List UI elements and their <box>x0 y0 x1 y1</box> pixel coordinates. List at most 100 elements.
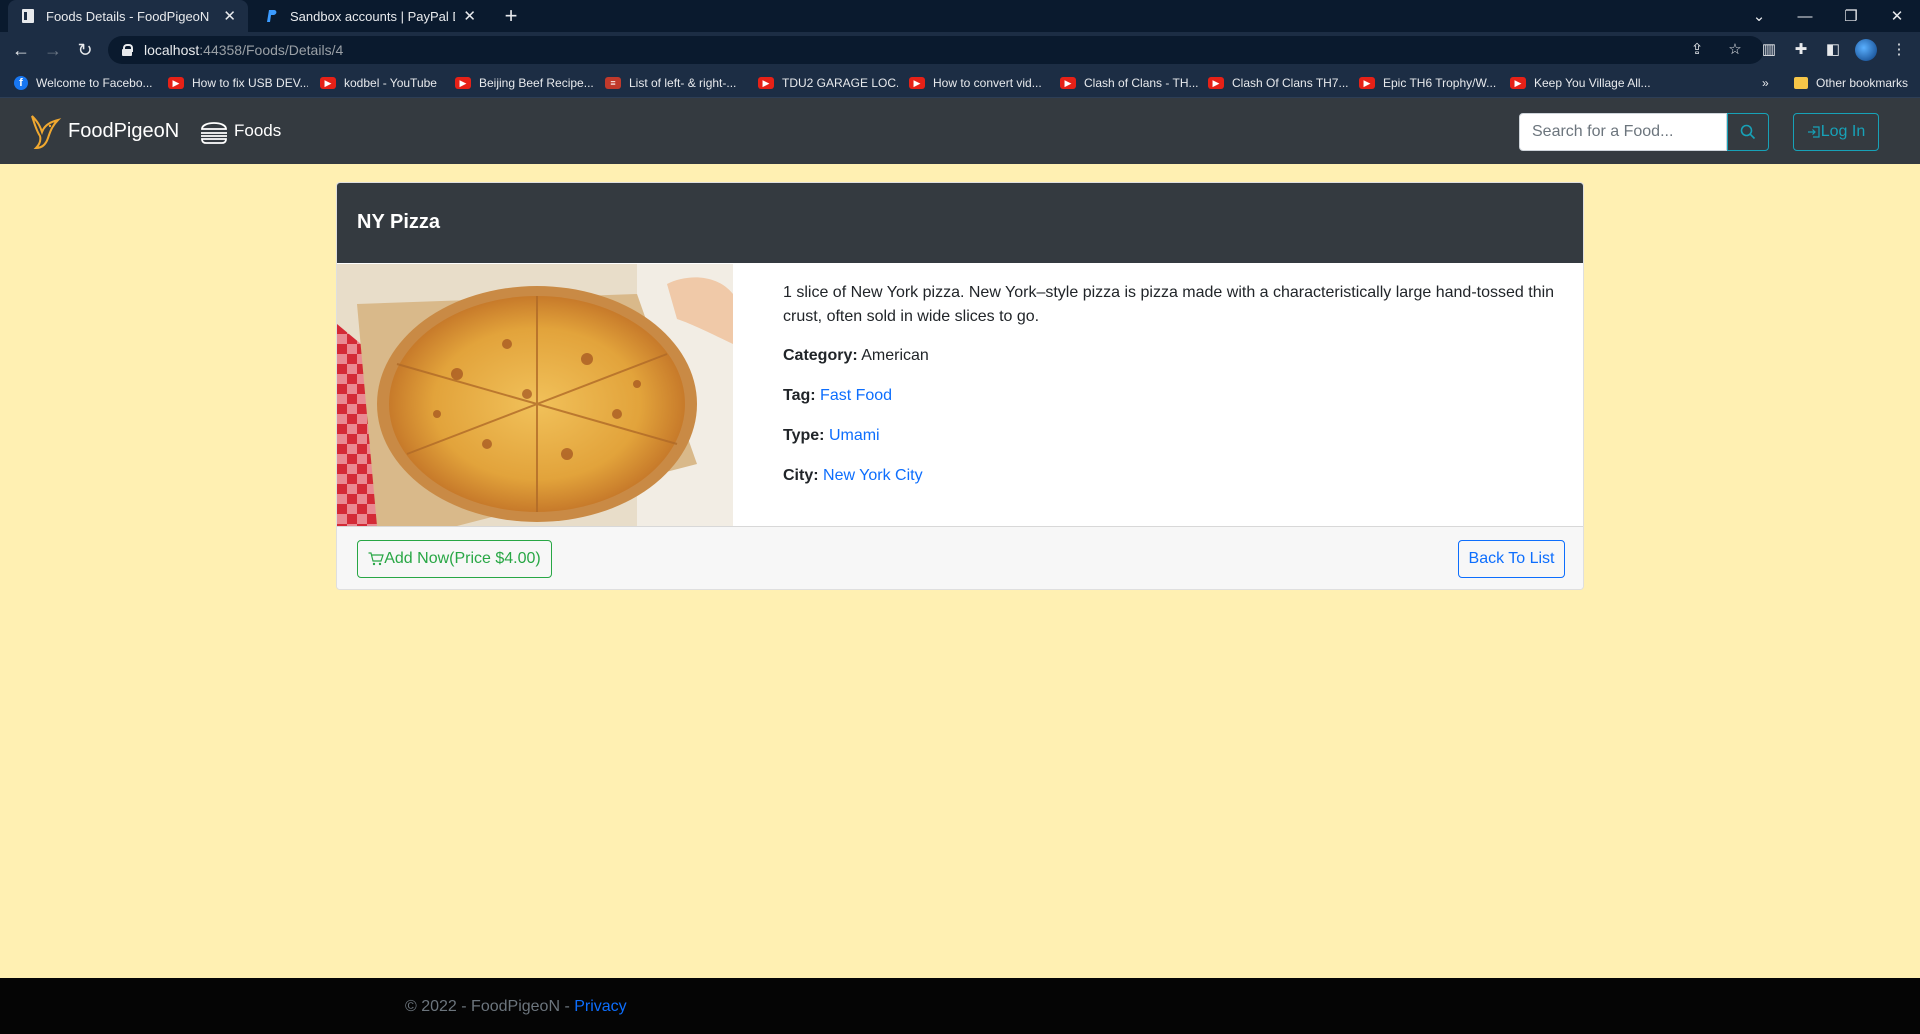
address-bar[interactable]: localhost:44358/Foods/Details/4 ⇪ ☆ <box>108 36 1764 64</box>
add-button-label: Add Now(Price $4.00) <box>384 550 541 567</box>
bookmarks-overflow-button[interactable]: » <box>1762 68 1778 98</box>
bookmark-label: Clash Of Clans TH7... <box>1232 76 1348 90</box>
tab-search-icon[interactable]: ⌄ <box>1736 0 1782 32</box>
search-button[interactable] <box>1727 113 1769 151</box>
new-tab-button[interactable]: + <box>498 3 524 29</box>
burger-icon <box>201 122 227 144</box>
bookmark-item[interactable]: ▶ TDU2 GARAGE LOC... <box>758 68 898 98</box>
pigeon-logo-icon <box>31 115 62 150</box>
nav-foods-label: Foods <box>234 121 282 140</box>
youtube-icon: ▶ <box>320 77 336 89</box>
cart-icon <box>368 552 385 566</box>
city-label: City: <box>783 467 819 484</box>
close-icon[interactable]: ✕ <box>223 7 236 25</box>
bookmark-item[interactable]: ▶ Epic TH6 Trophy/W... <box>1359 68 1499 98</box>
forward-arrow-icon[interactable]: → <box>40 37 66 63</box>
tag-field: Tag: Fast Food <box>783 384 1563 408</box>
browser-tab-active[interactable]: Foods Details - FoodPigeoN ✕ <box>8 0 248 32</box>
food-description: 1 slice of New York pizza. New York–styl… <box>783 284 1555 325</box>
back-to-list-button[interactable]: Back To List <box>1458 540 1565 578</box>
extension-chart-icon[interactable]: ▥ <box>1756 37 1782 63</box>
bookmark-item[interactable]: ▶ Clash of Clans - TH... <box>1060 68 1200 98</box>
other-bookmarks-label: Other bookmarks <box>1816 76 1909 90</box>
search-input[interactable] <box>1519 113 1727 151</box>
card-body: 1 slice of New York pizza. New York–styl… <box>783 281 1563 504</box>
app-navbar: FoodPigeoN Foods Log In <box>0 98 1920 164</box>
youtube-icon: ▶ <box>1060 77 1076 89</box>
bookmarks-bar: f Welcome to Facebo... ▶ How to fix USB DE… <box>0 68 1920 98</box>
minimize-button[interactable]: — <box>1782 0 1828 32</box>
youtube-icon: ▶ <box>1510 77 1526 89</box>
type-label: Type: <box>783 427 825 444</box>
bookmark-item[interactable]: ▶ How to convert vid... <box>909 68 1049 98</box>
add-to-cart-button[interactable]: Add Now(Price $4.00) <box>357 540 552 578</box>
bookmark-label: How to fix USB DEV... <box>192 76 308 90</box>
tab-title: Sandbox accounts | PayPal Devel <box>290 8 455 24</box>
youtube-icon: ▶ <box>1359 77 1375 89</box>
bookmark-label: kodbel - YouTube <box>344 76 437 90</box>
site-icon: ≡ <box>605 77 621 89</box>
type-field: Type: Umami <box>783 424 1563 448</box>
tag-label: Tag: <box>783 387 816 404</box>
restore-button[interactable]: ❐ <box>1828 0 1874 32</box>
youtube-icon: ▶ <box>455 77 471 89</box>
youtube-icon: ▶ <box>909 77 925 89</box>
login-icon <box>1807 126 1820 138</box>
tag-link[interactable]: Fast Food <box>820 387 892 404</box>
other-bookmarks[interactable]: Other bookmarks <box>1794 68 1918 98</box>
reload-icon[interactable]: ↻ <box>72 37 98 63</box>
bookmark-label: TDU2 GARAGE LOC... <box>782 76 898 90</box>
category-label: Category: <box>783 347 858 364</box>
bookmark-item[interactable]: f Welcome to Facebo... <box>14 68 154 98</box>
bookmark-item[interactable]: ▶ Beijing Beef Recipe... <box>455 68 595 98</box>
privacy-link[interactable]: Privacy <box>574 998 626 1015</box>
folder-icon <box>1794 77 1808 89</box>
url-host: localhost <box>144 42 200 58</box>
url-path: :44358/Foods/Details/4 <box>199 42 344 58</box>
bookmark-label: Keep You Village All... <box>1534 76 1651 90</box>
tab-title: Foods Details - FoodPigeoN <box>46 8 210 24</box>
close-icon[interactable]: ✕ <box>463 7 476 25</box>
category-field: Category: American <box>783 344 1563 368</box>
bookmark-item[interactable]: ▶ Clash Of Clans TH7... <box>1208 68 1348 98</box>
login-button[interactable]: Log In <box>1793 113 1879 151</box>
nav-foods-link[interactable]: Foods <box>198 114 281 148</box>
bookmark-item[interactable]: ▶ Keep You Village All... <box>1510 68 1660 98</box>
extensions-puzzle-icon[interactable]: ✚ <box>1788 37 1814 63</box>
page-footer: © 2022 - FoodPigeoN - Privacy <box>0 978 1920 1034</box>
bookmark-label: Beijing Beef Recipe... <box>479 76 594 90</box>
youtube-icon: ▶ <box>1208 77 1224 89</box>
bookmark-item[interactable]: ▶ How to fix USB DEV... <box>168 68 308 98</box>
facebook-icon: f <box>14 76 28 90</box>
window-close-button[interactable]: ✕ <box>1874 0 1920 32</box>
search-icon <box>1740 124 1756 140</box>
paypal-icon <box>264 8 280 24</box>
bookmark-label: How to convert vid... <box>933 76 1042 90</box>
profile-avatar-icon[interactable] <box>1855 39 1877 61</box>
food-name: NY Pizza <box>357 211 440 233</box>
bookmark-label: Welcome to Facebo... <box>36 76 153 90</box>
bookmark-label: List of left- & right-... <box>629 76 737 90</box>
bookmark-label: Clash of Clans - TH... <box>1084 76 1199 90</box>
city-link[interactable]: New York City <box>823 467 923 484</box>
bookmark-item[interactable]: ≡ List of left- & right-... <box>605 68 745 98</box>
browser-tab[interactable]: Sandbox accounts | PayPal Devel ✕ <box>252 0 488 32</box>
back-arrow-icon[interactable]: ← <box>8 37 34 63</box>
kebab-menu-icon[interactable]: ⋮ <box>1886 37 1912 63</box>
brand-name: FoodPigeoN <box>68 119 180 142</box>
city-field: City: New York City <box>783 464 1563 488</box>
star-icon[interactable]: ☆ <box>1724 40 1746 60</box>
bookmark-item[interactable]: ▶ kodbel - YouTube <box>320 68 450 98</box>
browser-tab-strip: Foods Details - FoodPigeoN ✕ Sandbox acc… <box>0 0 1920 32</box>
brand-link[interactable]: FoodPigeoN <box>28 112 179 150</box>
side-panel-icon[interactable]: ◧ <box>1820 37 1846 63</box>
food-image <box>337 264 733 526</box>
type-link[interactable]: Umami <box>829 427 880 444</box>
login-label: Log In <box>1820 123 1866 140</box>
share-icon[interactable]: ⇪ <box>1686 40 1708 60</box>
bookmark-label: Epic TH6 Trophy/W... <box>1383 76 1497 90</box>
card-header: NY Pizza <box>337 183 1583 263</box>
footer-text: © 2022 - FoodPigeoN - Privacy <box>405 998 627 1016</box>
youtube-icon: ▶ <box>168 77 184 89</box>
browser-toolbar: ← → ↻ localhost:44358/Foods/Details/4 ⇪ … <box>0 32 1920 68</box>
